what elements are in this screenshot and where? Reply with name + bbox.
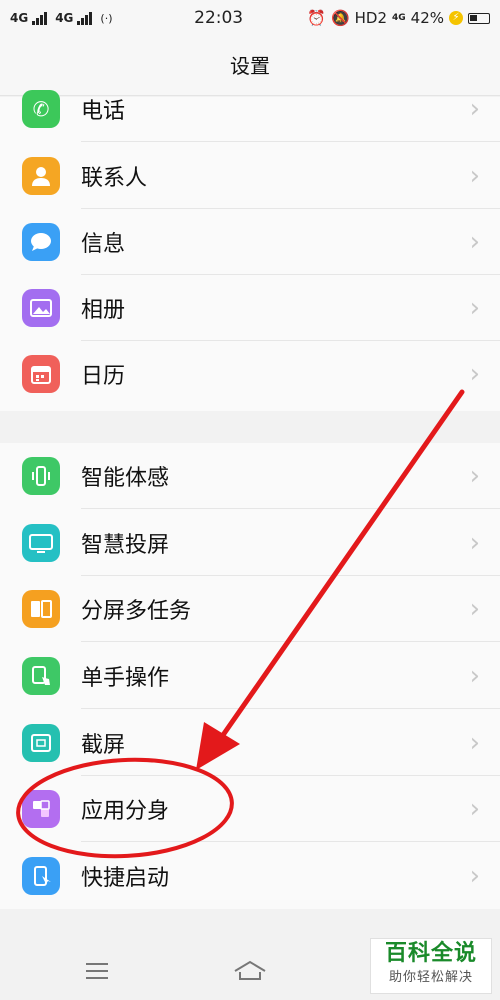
chevron-right-icon: ›: [469, 161, 480, 191]
signal-icon: [77, 11, 93, 25]
settings-item-label: 快捷启动: [81, 866, 170, 891]
network-type-1: 4G: [10, 11, 29, 25]
home-icon[interactable]: [232, 959, 268, 981]
divider: [81, 508, 500, 509]
divider: [81, 141, 500, 142]
settings-item-quick-launch[interactable]: 快捷启动 ›: [0, 843, 500, 909]
settings-item-label: 电话: [81, 99, 126, 124]
settings-item-contacts[interactable]: 联系人 ›: [0, 143, 500, 209]
settings-item-split-screen[interactable]: 分屏多任务 ›: [0, 576, 500, 642]
settings-item-one-hand[interactable]: 单手操作 ›: [0, 643, 500, 709]
calendar-icon: [22, 355, 60, 393]
settings-item-smart-motion[interactable]: 智能体感 ›: [0, 443, 500, 509]
battery-icon: [468, 12, 490, 24]
chevron-right-icon: ›: [469, 594, 480, 624]
settings-item-label: 相册: [81, 298, 126, 323]
settings-item-label: 智慧投屏: [81, 533, 170, 558]
chevron-right-icon: ›: [469, 359, 480, 389]
settings-item-screen-cast[interactable]: 智慧投屏 ›: [0, 510, 500, 576]
settings-group-2: 智能体感 › 智慧投屏 › 分屏多任务 › 单手操作 › 截屏 › 应用分身 ›…: [0, 443, 500, 909]
status-bar: 4G 4G (·) 22:03 ⏰ 🔕 HD2 4G 42% ⚡: [0, 0, 500, 36]
settings-item-label: 日历: [81, 364, 126, 389]
hd-label: HD2: [354, 9, 387, 27]
clock: 22:03: [194, 8, 244, 28]
settings-item-label: 截屏: [81, 733, 126, 758]
contacts-icon: [22, 157, 60, 195]
chevron-right-icon: ›: [469, 94, 480, 124]
chevron-right-icon: ›: [469, 861, 480, 891]
settings-item-label: 信息: [81, 232, 126, 257]
divider: [81, 841, 500, 842]
settings-item-label: 应用分身: [81, 799, 170, 824]
settings-group-1: ✆ 电话 › 联系人 › 信息 › 相册 › 日历 ›: [0, 90, 500, 411]
network-type-2: 4G: [55, 11, 74, 25]
chevron-right-icon: ›: [469, 794, 480, 824]
app-clone-icon: [22, 790, 60, 828]
settings-item-label: 分屏多任务: [81, 599, 192, 624]
settings-item-phone[interactable]: ✆ 电话 ›: [0, 76, 500, 142]
quick-launch-icon: [22, 857, 60, 895]
one-hand-icon: [22, 657, 60, 695]
split-screen-icon: [22, 590, 60, 628]
screenshot-icon: [22, 724, 60, 762]
system-status: ⏰ 🔕 HD2 4G 42% ⚡: [307, 9, 490, 27]
smart-motion-icon: [22, 457, 60, 495]
settings-item-calendar[interactable]: 日历 ›: [0, 341, 500, 407]
menu-icon[interactable]: [86, 963, 108, 979]
divider: [81, 708, 500, 709]
signal-icon: [32, 11, 48, 25]
alarm-icon: ⏰: [307, 9, 326, 27]
album-icon: [22, 289, 60, 327]
hotspot-icon: (·): [100, 11, 113, 25]
divider: [81, 641, 500, 642]
phone-icon: ✆: [22, 90, 60, 128]
settings-item-album[interactable]: 相册 ›: [0, 275, 500, 341]
watermark-logo: 百科全说 助你轻松解决: [370, 938, 492, 994]
settings-item-messages[interactable]: 信息 ›: [0, 209, 500, 275]
message-icon: [22, 223, 60, 261]
chevron-right-icon: ›: [469, 528, 480, 558]
settings-item-screenshot[interactable]: 截屏 ›: [0, 710, 500, 776]
screen-cast-icon: [22, 524, 60, 562]
watermark-title: 百科全说: [384, 941, 477, 966]
mute-icon: 🔕: [330, 9, 350, 27]
chevron-right-icon: ›: [469, 661, 480, 691]
settings-item-label: 单手操作: [81, 666, 170, 691]
chevron-right-icon: ›: [469, 461, 480, 491]
charging-icon: ⚡: [449, 11, 463, 25]
chevron-right-icon: ›: [469, 227, 480, 257]
small-4g-label: 4G: [392, 13, 406, 23]
settings-item-label: 智能体感: [81, 466, 170, 491]
watermark-subtitle: 助你轻松解决: [388, 970, 473, 985]
battery-percent: 42%: [410, 9, 444, 27]
chevron-right-icon: ›: [469, 293, 480, 323]
settings-item-label: 联系人: [81, 166, 148, 191]
chevron-right-icon: ›: [469, 728, 480, 758]
settings-item-app-clone[interactable]: 应用分身 ›: [0, 776, 500, 842]
